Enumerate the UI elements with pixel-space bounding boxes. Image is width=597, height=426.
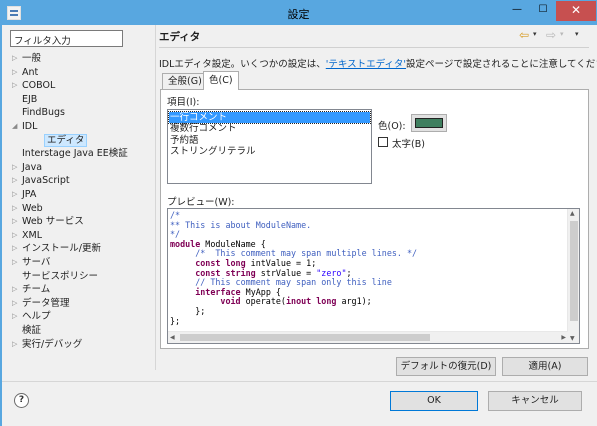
bold-checkbox[interactable] (378, 137, 388, 147)
horizontal-scroll-thumb[interactable] (180, 334, 430, 341)
header-separator (159, 47, 589, 48)
back-arrow-icon[interactable]: ⇦ (519, 28, 529, 42)
code-line: }; (170, 305, 206, 316)
preview-label: プレビュー(W): (167, 197, 235, 208)
tree-item-label[interactable]: サービスポリシー (22, 270, 98, 283)
collapsed-arrow-icon[interactable]: ▷ (12, 161, 20, 174)
horizontal-scrollbar[interactable]: ◀ ▶ (168, 331, 568, 343)
collapsed-arrow-icon[interactable]: ▷ (12, 256, 20, 269)
tree-item-label[interactable]: XML (22, 229, 42, 242)
title-bar[interactable]: 設定 — ☐ ✕ (1, 1, 596, 25)
page-description: IDLエディタ設定。いくつかの設定は、'テキストエディタ'設定ページで設定される… (159, 56, 597, 70)
cancel-button[interactable]: キャンセル (488, 391, 582, 411)
description-text-end: 設定ページで設定されることに注意してください。 (406, 59, 597, 70)
collapsed-arrow-icon[interactable]: ▷ (12, 79, 20, 92)
tree-item-label[interactable]: 検証 (22, 324, 41, 337)
tree-item-label[interactable]: ヘルプ (22, 310, 51, 323)
collapsed-arrow-icon[interactable]: ▷ (12, 297, 20, 310)
collapsed-arrow-icon[interactable]: ▷ (12, 310, 20, 323)
tree-item-label[interactable]: Interstage Java EE検証 (22, 147, 128, 160)
tree-item-label[interactable]: IDL (22, 120, 37, 133)
collapsed-arrow-icon[interactable]: ▷ (12, 215, 20, 228)
collapsed-arrow-icon[interactable]: ▷ (12, 66, 20, 79)
collapsed-arrow-icon[interactable]: ▷ (12, 229, 20, 242)
tree-item-label[interactable]: インストール/更新 (22, 242, 101, 255)
view-menu-icon[interactable]: ▾ (575, 30, 579, 38)
help-icon[interactable]: ? (14, 393, 29, 408)
tree-item-label[interactable]: JavaScript (22, 174, 70, 187)
bold-label[interactable]: 太字(B) (392, 136, 425, 150)
scroll-down-icon[interactable]: ▼ (570, 335, 575, 342)
scroll-up-icon[interactable]: ▲ (570, 210, 575, 217)
tree-item-label[interactable]: Web (22, 202, 43, 215)
code-line: void operate(inout long arg1); (220, 296, 372, 307)
maximize-button[interactable]: ☐ (530, 1, 556, 21)
expanded-arrow-icon[interactable]: ◢ (12, 120, 20, 133)
tree-item-label[interactable]: Web サービス (22, 215, 84, 228)
tree-item-label[interactable]: Java (22, 161, 42, 174)
color-swatch (415, 118, 443, 128)
list-item[interactable]: 複数行コメント (169, 123, 370, 134)
collapsed-arrow-icon[interactable]: ▷ (12, 242, 20, 255)
tree-item-label[interactable]: Ant (22, 66, 38, 79)
forward-history-dropdown-icon[interactable]: ▾ (560, 30, 564, 38)
color-picker-button[interactable] (411, 114, 447, 132)
tree-item-label[interactable]: EJB (22, 93, 37, 106)
tree-item-label[interactable]: FindBugs (22, 106, 65, 119)
preferences-tree: ▷ 一般 ▷ Ant ▷ COBOL EJB FindBugs ◢ IDL エディタ Intersta… (10, 52, 150, 362)
vertical-scrollbar[interactable]: ▲ ▼ (567, 209, 579, 343)
scroll-left-icon[interactable]: ◀ (170, 334, 175, 341)
collapsed-arrow-icon[interactable]: ▷ (12, 202, 20, 215)
preview-pane[interactable]: /* ** This is about ModuleName. */module M… (167, 208, 580, 344)
preview-code: /* ** This is about ModuleName. */module M… (170, 210, 417, 326)
collapsed-arrow-icon[interactable]: ▷ (12, 338, 20, 351)
text-editor-link[interactable]: 'テキストエディタ' (326, 59, 406, 70)
tree-item-label[interactable]: 実行/デバッグ (22, 338, 82, 351)
tab-color[interactable]: 色(C) (203, 71, 239, 90)
collapsed-arrow-icon[interactable]: ▷ (12, 283, 20, 296)
color-tab-panel: 項目(I): 一行コメント 複数行コメント 予約語 ストリングリテラル 色(O): 太… (160, 89, 589, 349)
tree-item-label[interactable]: サーバ (22, 256, 50, 269)
apply-button[interactable]: 適用(A) (502, 357, 588, 376)
back-history-dropdown-icon[interactable]: ▾ (533, 30, 537, 38)
items-list[interactable]: 一行コメント 複数行コメント 予約語 ストリングリテラル (167, 109, 372, 184)
tree-item-label[interactable]: 一般 (22, 52, 41, 65)
code-line: }; (170, 315, 181, 326)
scroll-right-icon[interactable]: ▶ (561, 334, 566, 341)
close-button[interactable]: ✕ (556, 1, 596, 21)
code-line: ** This is about ModuleName. (170, 219, 312, 230)
restore-defaults-button[interactable]: デフォルトの復元(D) (396, 357, 496, 376)
list-item[interactable]: 一行コメント (168, 111, 371, 124)
vertical-scroll-thumb[interactable] (570, 221, 578, 321)
page-title: エディタ (159, 31, 201, 43)
color-label: 色(O): (378, 121, 406, 132)
footer-separator (2, 381, 597, 382)
tree-item-label[interactable]: COBOL (22, 79, 55, 92)
tree-item-label[interactable]: エディタ (44, 133, 88, 147)
list-item[interactable]: ストリングリテラル (169, 146, 370, 157)
filter-input[interactable]: フィルタ入力 (10, 30, 123, 47)
preferences-window: 設定 — ☐ ✕ フィルタ入力 ▷ 一般 ▷ Ant ▷ COBOL EJB FindBugs… (0, 0, 597, 426)
collapsed-arrow-icon[interactable]: ▷ (12, 188, 20, 201)
forward-arrow-icon[interactable]: ⇨ (546, 28, 556, 42)
collapsed-arrow-icon[interactable]: ▷ (12, 174, 20, 187)
description-text: IDLエディタ設定。いくつかの設定は、 (159, 59, 326, 70)
collapsed-arrow-icon[interactable]: ▷ (12, 52, 20, 65)
tree-item-label[interactable]: データ管理 (22, 297, 70, 310)
tab-general[interactable]: 全般(G) (162, 73, 208, 90)
ok-button[interactable]: OK (390, 391, 478, 411)
list-item[interactable]: 予約語 (169, 135, 370, 146)
tree-item-label[interactable]: JPA (22, 188, 36, 201)
minimize-button[interactable]: — (504, 1, 530, 21)
dialog-client-area: フィルタ入力 ▷ 一般 ▷ Ant ▷ COBOL EJB FindBugs ◢ IDL エディタ I… (2, 25, 597, 426)
tree-item-label[interactable]: チーム (22, 283, 50, 296)
pane-divider[interactable] (155, 25, 156, 370)
items-label: 項目(I): (167, 97, 200, 108)
